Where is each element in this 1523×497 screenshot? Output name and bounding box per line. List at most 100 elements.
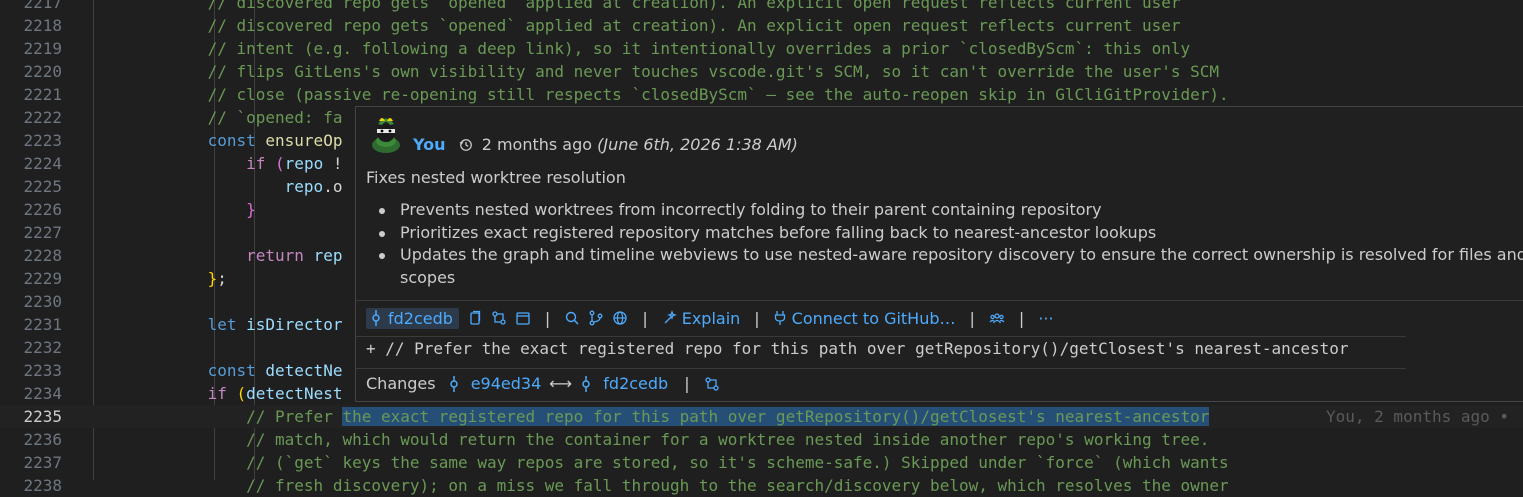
commit-header: You 2 months ago (June 6th, 2026 1:38 AM… (413, 135, 798, 154)
commit-sha-chip[interactable]: fd2cedb (366, 307, 459, 329)
code-text: // (`get` keys the same way repos are st… (92, 451, 1229, 474)
code-line[interactable]: 2221 // close (passive re-opening still … (0, 83, 1523, 106)
code-token: discovered repo gets `opened` applied at… (236, 0, 1181, 12)
line-number: 2219 (23, 39, 62, 58)
commit-sha: fd2cedb (388, 308, 453, 328)
line-number: 2227 (23, 223, 62, 242)
previous-commit-link[interactable]: e94ed34 (448, 374, 541, 393)
toolbar-separator: | (969, 308, 975, 328)
code-text: if (repo ! (92, 152, 342, 175)
search-icon[interactable] (564, 310, 580, 326)
plug-icon (774, 311, 785, 325)
copy-icon[interactable] (467, 310, 483, 326)
divider (356, 368, 1406, 369)
list-item: Updates the graph and timeline webviews … (379, 244, 1523, 289)
code-text: const detectNe (92, 359, 343, 382)
commit-relative-time: 2 months ago (481, 135, 593, 154)
explain-label: Explain (681, 308, 741, 328)
code-text: return rep (92, 244, 342, 267)
code-token: ( (275, 154, 285, 173)
list-item: Prioritizes exact registered repository … (379, 222, 1523, 245)
changes-row: Changes e94ed34 ⟷ fd2cedb | (366, 374, 728, 393)
line-number: 2226 (23, 200, 62, 219)
code-token: // discovered repo gets `opened` applied… (92, 16, 1181, 35)
commit-icon (582, 376, 590, 392)
divider (356, 336, 1406, 337)
line-number: 2237 (23, 453, 62, 472)
code-text: }; (92, 267, 227, 290)
code-token: // intent (e.g. following a deep link), … (92, 39, 1191, 58)
line-number: 2229 (23, 269, 62, 288)
code-line[interactable]: 2235 // Prefer the exact registered repo… (0, 405, 1523, 428)
connect-label: Connect to GitHub… (791, 308, 956, 328)
inline-blame-annotation[interactable]: You, 2 months ago • (1326, 405, 1509, 428)
diff-line: + // Prefer the exact registered repo fo… (366, 339, 1349, 358)
open-file-icon[interactable] (515, 310, 531, 326)
code-token: repo (284, 177, 324, 196)
more-actions-button[interactable]: ··· (1038, 309, 1053, 328)
code-token: return (246, 246, 314, 265)
line-number: 2221 (23, 85, 62, 104)
code-token: const (207, 361, 266, 380)
code-token: // match, which would return the contain… (92, 430, 1210, 449)
code-text: } (92, 198, 256, 221)
compare-arrow: ⟷ (549, 374, 573, 393)
code-line[interactable]: 2220 // flips GitLens's own visibility a… (0, 60, 1523, 83)
code-text: // intent (e.g. following a deep link), … (92, 37, 1191, 60)
code-line[interactable]: 2237 // (`get` keys the same way repos a… (0, 451, 1523, 474)
code-token: // close (passive re-opening still respe… (92, 85, 1229, 104)
blame-hover-popup[interactable]: You 2 months ago (June 6th, 2026 1:38 AM… (355, 106, 1523, 402)
code-line[interactable]: 2218 // discovered repo gets `opened` ap… (0, 14, 1523, 37)
current-commit-link[interactable]: fd2cedb (580, 374, 668, 393)
line-number: 2235 (23, 407, 62, 426)
connect-github-button[interactable]: Connect to GitHub… (774, 309, 956, 328)
code-token: ensureOp (265, 131, 343, 150)
commit-actions-toolbar: fd2cedb | | Explain | Connect to GitHub… (366, 307, 1062, 329)
code-text: repo.o (92, 175, 343, 198)
code-line[interactable]: 2217 // discovered repo gets `opened` ap… (0, 0, 1523, 14)
globe-icon[interactable] (612, 310, 628, 326)
code-text: // close (passive re-opening still respe… (92, 83, 1229, 106)
commit-author[interactable]: You (413, 135, 446, 154)
open-changes-icon[interactable] (491, 310, 507, 326)
explain-button[interactable]: Explain (662, 308, 741, 328)
code-token: // Prefer (92, 407, 343, 426)
divider (356, 300, 1523, 301)
line-number: 2224 (23, 154, 62, 173)
toolbar-separator: | (642, 308, 648, 328)
team-icon[interactable] (989, 310, 1005, 326)
graph-icon[interactable] (588, 310, 604, 326)
code-token: // flips GitLens's own visibility and ne… (92, 62, 1220, 81)
code-token: ! (332, 154, 343, 173)
code-line[interactable]: 2219 // intent (e.g. following a deep li… (0, 37, 1523, 60)
changes-label: Changes (366, 374, 436, 393)
code-token: // (`get` keys the same way repos are st… (92, 453, 1229, 472)
line-number: 2217 (23, 0, 62, 12)
line-number: 2223 (23, 131, 62, 150)
code-text: const ensureOp (92, 129, 343, 152)
code-line[interactable]: 2236 // match, which would return the co… (0, 428, 1523, 451)
code-token: ( (236, 384, 247, 403)
code-text: if (detectNest (92, 382, 343, 405)
open-changes-icon[interactable] (704, 376, 720, 392)
toolbar-separator: | (684, 374, 690, 393)
code-line[interactable]: 2238 // fresh discovery); on a miss we f… (0, 474, 1523, 497)
history-icon (459, 139, 472, 151)
code-text: // discovered repo gets `opened` applied… (92, 0, 1181, 14)
code-token: isDirector (246, 315, 343, 334)
code-token: // (92, 0, 237, 12)
code-text: // discovered repo gets `opened` applied… (92, 14, 1181, 37)
code-token: detectNest (246, 384, 343, 403)
line-number: 2220 (23, 62, 62, 81)
code-text: // `opened: fa (92, 106, 343, 129)
code-token: if (207, 384, 237, 403)
code-token: // fresh discovery); on a miss we fall t… (92, 476, 1229, 495)
sparkle-icon (664, 310, 677, 324)
line-number: 2236 (23, 430, 62, 449)
